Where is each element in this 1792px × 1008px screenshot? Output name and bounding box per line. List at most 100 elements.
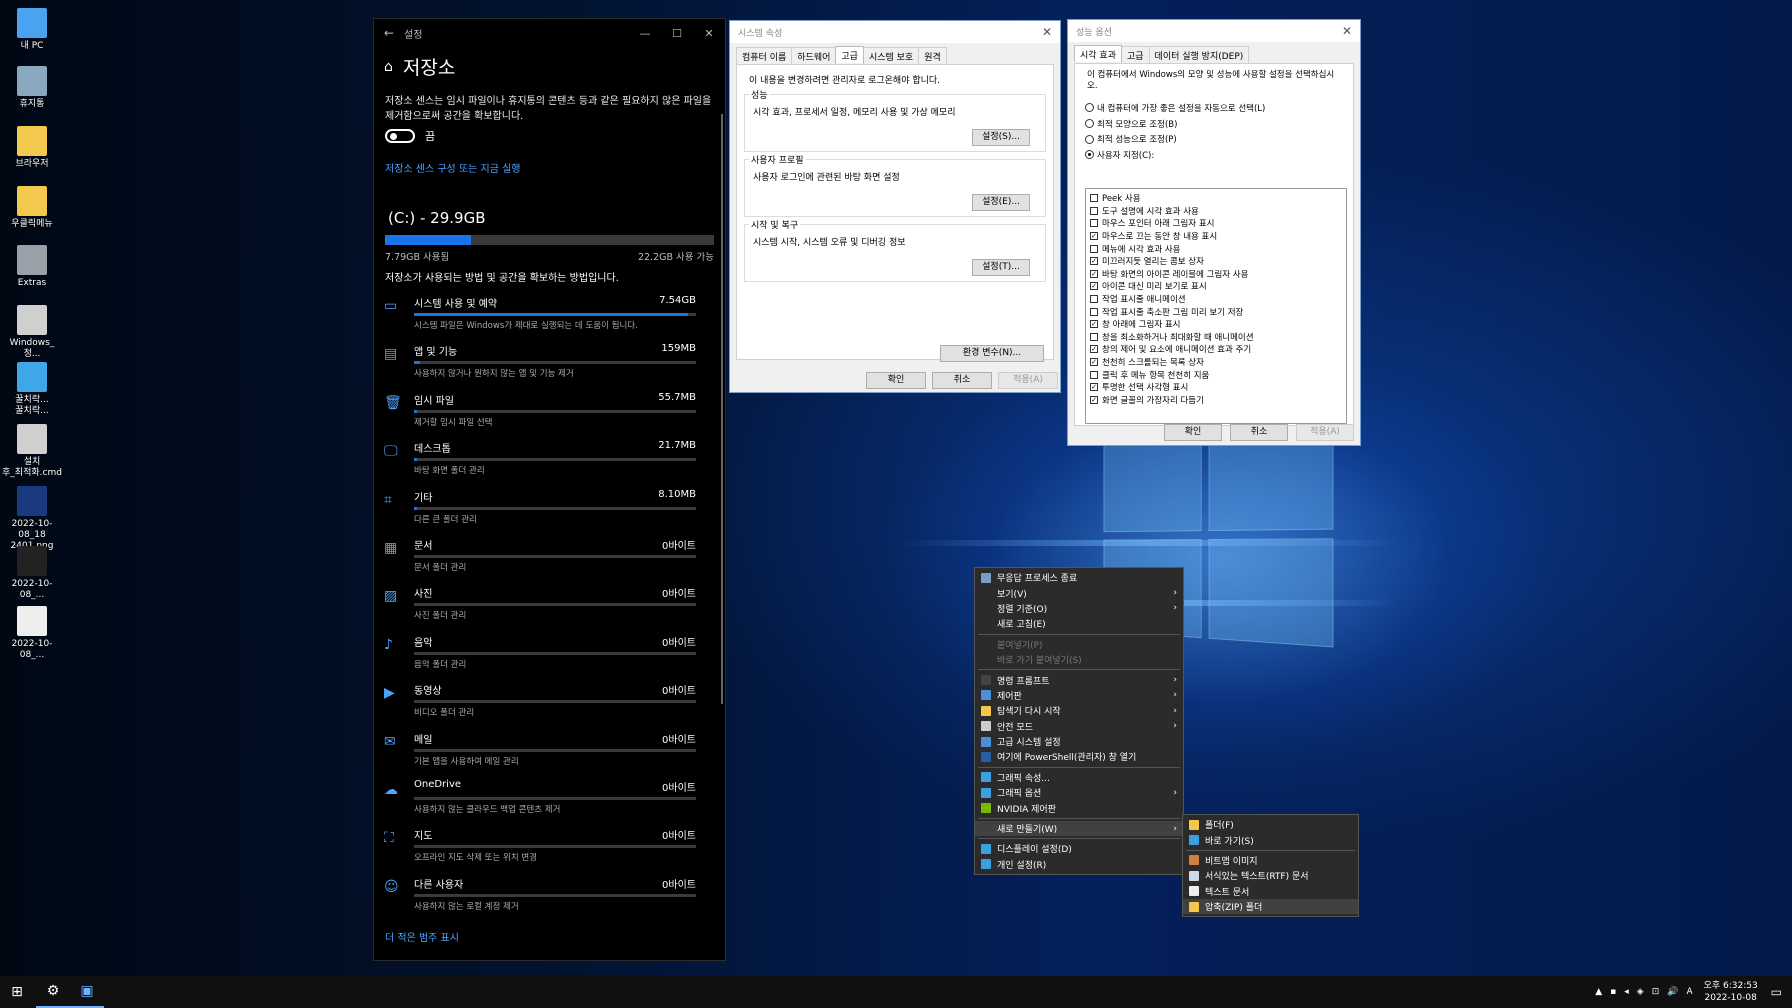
menu-item[interactable]: 붙여넣기(P) xyxy=(975,637,1183,652)
menu-item[interactable]: 제어판 › xyxy=(975,688,1183,703)
clock[interactable]: 오후 6:32:53 2022-10-08 xyxy=(1701,980,1761,1004)
menu-item[interactable]: 서식있는 텍스트(RTF) 문서 xyxy=(1183,868,1358,883)
menu-item[interactable]: 탐색기 다시 시작 › xyxy=(975,703,1183,718)
storage-category[interactable]: 🗑 임시 파일 55.7MB 제거할 임시 파일 선택 xyxy=(374,387,725,435)
storage-category[interactable]: ⛶ 지도 0바이트 오프라인 지도 삭제 또는 위치 변경 xyxy=(374,822,725,870)
checkbox[interactable]: ✓ xyxy=(1090,320,1098,329)
menu-item[interactable]: NVIDIA 제어판 xyxy=(975,800,1183,815)
group-settings-button[interactable]: 설정(E)... xyxy=(972,194,1030,211)
menu-item[interactable]: 비트맵 이미지 xyxy=(1183,853,1358,868)
desktop-icon[interactable]: Windows_정... xyxy=(2,305,62,360)
tab[interactable]: 시스템 보호 xyxy=(862,47,920,64)
visual-effect-option[interactable]: ✓ 투명한 선택 사각형 표시 xyxy=(1090,381,1342,394)
ok-button[interactable]: 확인 xyxy=(866,372,926,389)
apply-button[interactable]: 적용(A) xyxy=(1296,424,1354,441)
cancel-button[interactable]: 취소 xyxy=(932,372,992,389)
visual-effect-option[interactable]: Peek 사용 xyxy=(1090,192,1342,205)
desktop-icon[interactable]: 꿀치락... 꿀치락... xyxy=(2,362,62,417)
checkbox[interactable] xyxy=(1090,244,1098,253)
visual-effect-option[interactable]: 작업 표시줄 애니메이션 xyxy=(1090,293,1342,306)
close-button[interactable]: ✕ xyxy=(693,27,725,40)
tab[interactable]: 데이터 실행 방지(DEP) xyxy=(1148,46,1250,63)
visual-effect-option[interactable]: ✓ 천천히 스크롤되는 목록 상자 xyxy=(1090,356,1342,369)
desktop-icon[interactable]: 내 PC xyxy=(2,8,62,52)
back-arrow-icon[interactable]: ← xyxy=(374,26,404,40)
tray-icon[interactable]: ◈ xyxy=(1637,987,1644,997)
checkbox[interactable]: ✓ xyxy=(1090,257,1098,266)
checkbox[interactable] xyxy=(1090,194,1098,203)
ok-button[interactable]: 확인 xyxy=(1164,424,1222,441)
visual-effect-option[interactable]: ✓ 바탕 화면의 아이콘 레이블에 그림자 사용 xyxy=(1090,268,1342,281)
menu-item[interactable]: 보기(V) › xyxy=(975,585,1183,600)
close-icon[interactable]: ✕ xyxy=(1042,25,1052,39)
tab[interactable]: 하드웨어 xyxy=(791,47,837,64)
tab[interactable]: 원격 xyxy=(918,47,947,64)
checkbox[interactable]: ✓ xyxy=(1090,232,1098,241)
checkbox[interactable]: ✓ xyxy=(1090,345,1098,354)
tray-icon[interactable]: 🔊 xyxy=(1667,987,1678,997)
apply-button[interactable]: 적용(A) xyxy=(998,372,1058,389)
visual-effect-option[interactable]: ✓ 창의 제어 및 요소에 애니메이션 효과 주기 xyxy=(1090,343,1342,356)
menu-item[interactable]: 무응답 프로세스 종료 xyxy=(975,570,1183,585)
storage-category[interactable]: ▨ 사진 0바이트 사진 폴더 관리 xyxy=(374,580,725,628)
checkbox[interactable]: ✓ xyxy=(1090,395,1098,404)
menu-item[interactable]: 그래픽 속성... xyxy=(975,770,1183,785)
menu-item[interactable]: 고급 시스템 설정 xyxy=(975,734,1183,749)
storage-category[interactable]: ▤ 앱 및 기능 159MB 사용하지 않거나 원하지 않는 앱 및 기능 제거 xyxy=(374,338,725,386)
settings-scrollbar[interactable] xyxy=(721,114,723,704)
menu-item[interactable]: 새로 고침(E) xyxy=(975,616,1183,631)
checkbox[interactable]: ✓ xyxy=(1090,282,1098,291)
minimize-button[interactable]: — xyxy=(629,27,661,40)
storage-category[interactable]: ⌗ 기타 8.10MB 다른 큰 폴더 관리 xyxy=(374,484,725,532)
desktop-icon[interactable]: 2022-10-08_... xyxy=(2,606,62,661)
storage-category[interactable]: ☁ OneDrive 0바이트 사용하지 않는 클라우드 백업 콘텐츠 제거 xyxy=(374,774,725,822)
checkbox[interactable] xyxy=(1090,295,1098,304)
tab[interactable]: 컴퓨터 이름 xyxy=(736,47,793,64)
checkbox[interactable] xyxy=(1090,206,1098,215)
visual-effect-option[interactable]: 작업 표시줄 축소판 그림 미리 보기 저장 xyxy=(1090,305,1342,318)
tray-icon[interactable]: A xyxy=(1686,987,1692,997)
menu-item[interactable]: 바로 가기(S) xyxy=(1183,832,1358,847)
visual-effect-option[interactable]: ✓ 창 아래에 그림자 표시 xyxy=(1090,318,1342,331)
storage-category[interactable]: ▦ 문서 0바이트 문서 폴더 관리 xyxy=(374,532,725,580)
checkbox[interactable] xyxy=(1090,219,1098,228)
storage-category[interactable]: ▭ 시스템 사용 및 예약 7.54GB 시스템 파일은 Windows가 제대로 실… xyxy=(374,290,725,338)
desktop-icon[interactable]: 우클릭메뉴 xyxy=(2,186,62,230)
radio-button[interactable] xyxy=(1085,119,1094,129)
radio-option[interactable]: 최적 모양으로 조정(B) xyxy=(1085,116,1265,132)
menu-item[interactable]: 그래픽 옵션 › xyxy=(975,785,1183,800)
checkbox[interactable]: ✓ xyxy=(1090,383,1098,392)
radio-button[interactable] xyxy=(1085,150,1094,160)
desktop-icon[interactable]: 휴지통 xyxy=(2,66,62,110)
visual-effect-option[interactable]: 도구 설명에 시각 효과 사용 xyxy=(1090,205,1342,218)
storage-category[interactable]: ▶ 동영상 0바이트 비디오 폴더 관리 xyxy=(374,677,725,725)
menu-item[interactable]: 텍스트 문서 xyxy=(1183,884,1358,899)
tab[interactable]: 고급 xyxy=(835,46,864,63)
menu-item[interactable]: 여기에 PowerShell(관리자) 창 열기 xyxy=(975,749,1183,764)
taskbar-system-app[interactable]: ▣ xyxy=(70,976,104,1008)
menu-item[interactable]: 압축(ZIP) 폴더 xyxy=(1183,898,1358,915)
menu-item[interactable]: 폴더(F) xyxy=(1183,817,1358,832)
storage-sense-config-link[interactable]: 저장소 센스 구성 또는 지금 실행 xyxy=(374,148,725,187)
visual-effect-option[interactable]: ✓ 아이콘 대신 미리 보기로 표시 xyxy=(1090,280,1342,293)
storage-category[interactable]: 🖵 데스크톱 21.7MB 바탕 화면 폴더 관리 xyxy=(374,435,725,483)
desktop-icon[interactable]: 설치 후_최적화.cmd xyxy=(2,424,62,479)
menu-item[interactable]: 안전 모드 › xyxy=(975,719,1183,734)
tray-icon[interactable]: ⊡ xyxy=(1652,987,1660,997)
visual-effect-option[interactable]: 메뉴에 시각 효과 사용 xyxy=(1090,242,1342,255)
checkbox[interactable] xyxy=(1090,370,1098,379)
visual-effect-option[interactable]: ✓ 화면 글꼴의 가장자리 다듬기 xyxy=(1090,394,1342,407)
notification-icon[interactable]: ▭ xyxy=(1771,985,1782,999)
storage-category[interactable]: ♪ 음악 0바이트 음악 폴더 관리 xyxy=(374,629,725,677)
desktop-icon[interactable]: 2022-10-08_... xyxy=(2,546,62,601)
group-settings-button[interactable]: 설정(T)... xyxy=(972,259,1030,276)
cancel-button[interactable]: 취소 xyxy=(1230,424,1288,441)
visual-effect-option[interactable]: ✓ 마우스로 끄는 동안 창 내용 표시 xyxy=(1090,230,1342,243)
visual-effect-option[interactable]: 마우스 포인터 아래 그림자 표시 xyxy=(1090,217,1342,230)
desktop-icon[interactable]: Extras xyxy=(2,245,62,289)
taskbar-settings-app[interactable]: ⚙ xyxy=(36,976,70,1008)
visual-effect-option[interactable]: ✓ 미끄러지듯 열리는 콤보 상자 xyxy=(1090,255,1342,268)
tab[interactable]: 고급 xyxy=(1120,46,1150,63)
storage-category[interactable]: ✉ 메일 0바이트 기본 앱을 사용하여 메일 관리 xyxy=(374,726,725,774)
menu-item[interactable]: 디스플레이 설정(D) xyxy=(975,841,1183,856)
